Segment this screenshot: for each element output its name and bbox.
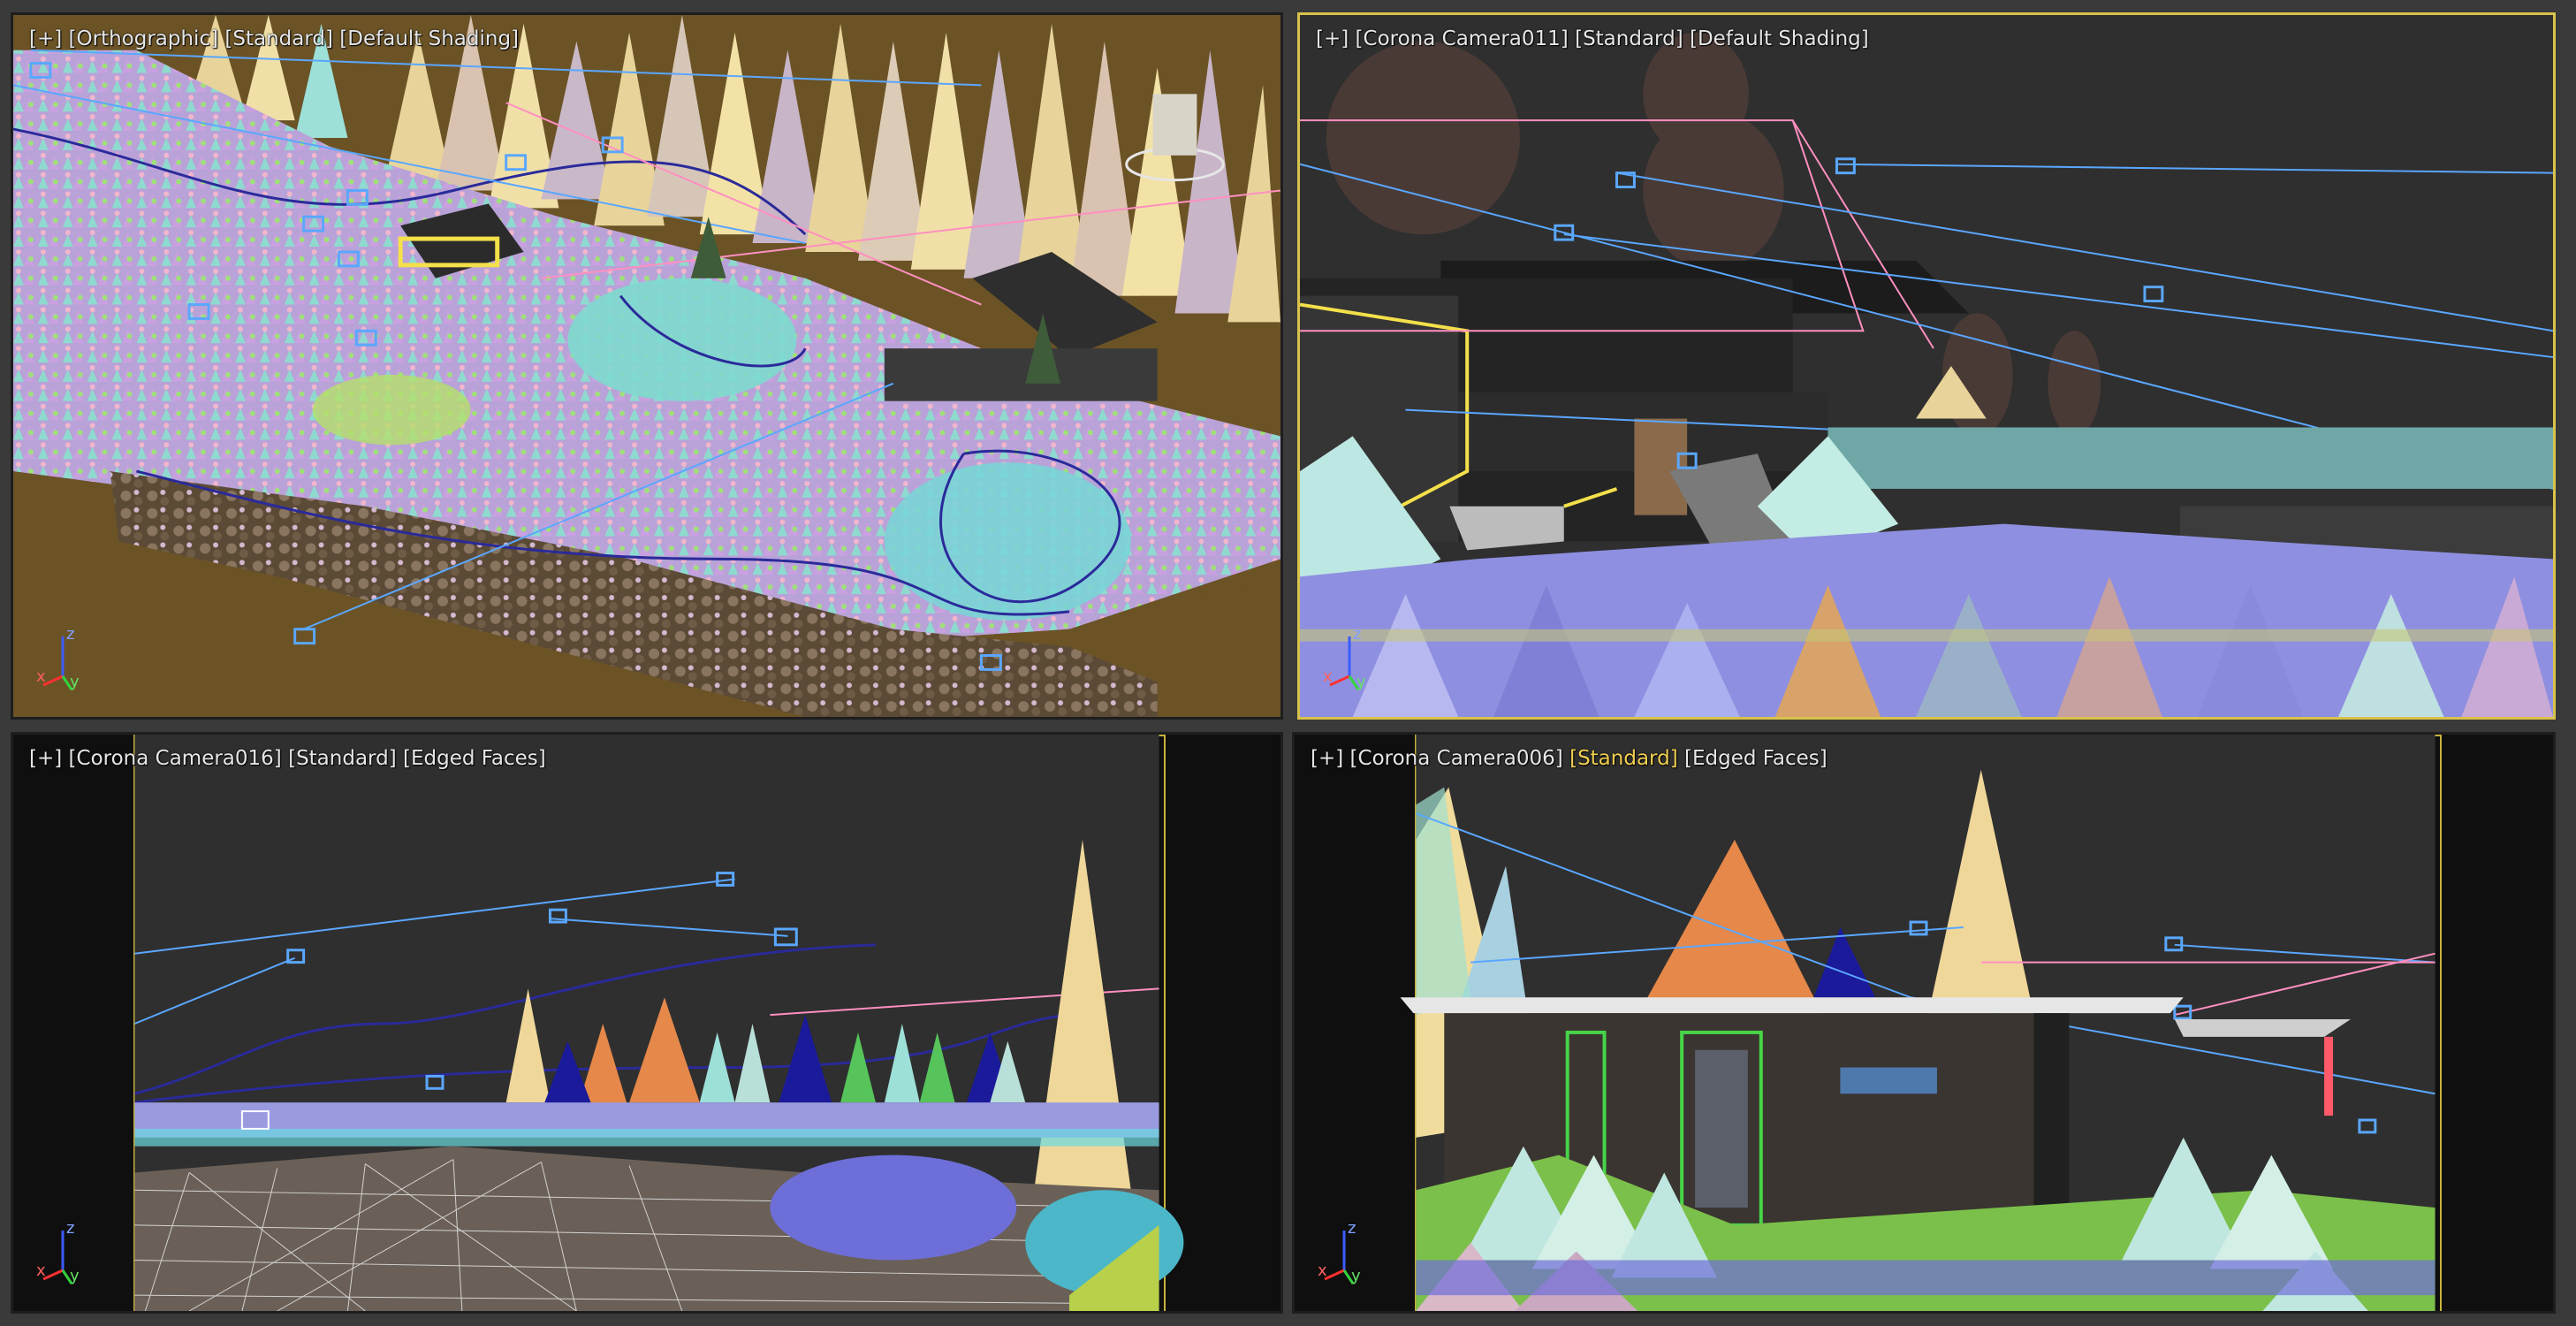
camera011-scene [1300,15,2553,717]
axis-gizmo: z x y [36,625,80,691]
viewport-view-selector[interactable]: [Corona Camera016] [69,747,282,770]
axis-y-label: y [1356,673,1366,691]
axis-y-label: y [1351,1267,1361,1285]
axis-z-label: z [1353,625,1361,644]
viewport-orthographic[interactable]: [+] [Orthographic] [Standard] [Default S… [11,12,1283,720]
viewport-mode-selector[interactable]: [Standard] [1569,747,1678,770]
viewport-menu-plus[interactable]: [+] [1311,747,1343,770]
camera016-scene [134,735,1184,1311]
viewport-menu-plus[interactable]: [+] [29,747,62,770]
viewport-view-selector[interactable]: [Corona Camera011] [1356,27,1569,50]
axis-z-label: z [66,1219,74,1238]
axis-gizmo: z x y [1318,1219,1361,1285]
viewport-shading-selector[interactable]: [Edged Faces] [403,747,546,770]
viewport-menu-plus[interactable]: [+] [1316,27,1349,50]
viewport-label: [+] [Corona Camera016] [Standard] [Edged… [29,747,546,770]
axis-z-label: z [66,625,74,644]
viewport-shading-selector[interactable]: [Default Shading] [339,27,519,50]
axis-y-label: y [70,673,80,691]
axis-x-label: x [36,1261,46,1280]
viewport-menu-plus[interactable]: [+] [29,27,62,50]
axis-x-label: x [1323,667,1333,686]
camera006-scene [1400,735,2435,1311]
viewport-view-selector[interactable]: [Corona Camera006] [1350,747,1563,770]
orthographic-scene [13,15,1280,717]
viewport-camera016[interactable]: [+] [Corona Camera016] [Standard] [Edged… [11,732,1283,1314]
axis-x-label: x [1318,1261,1327,1280]
axis-y-label: y [70,1267,80,1285]
viewport-shading-selector[interactable]: [Default Shading] [1690,27,1869,50]
viewport-label: [+] [Orthographic] [Standard] [Default S… [29,27,519,50]
axis-gizmo: z x y [1323,625,1366,691]
viewport-camera006[interactable]: [+] [Corona Camera006] [Standard] [Edged… [1292,732,2556,1314]
axis-gizmo: z x y [36,1219,80,1285]
viewport-shading-selector[interactable]: [Edged Faces] [1684,747,1828,770]
axis-x-label: x [36,667,46,686]
viewport-mode-selector[interactable]: [Standard] [224,27,333,50]
axis-z-label: z [1348,1219,1356,1238]
viewport-mode-selector[interactable]: [Standard] [288,747,397,770]
viewport-label: [+] [Corona Camera006] [Standard] [Edged… [1311,747,1828,770]
viewport-view-selector[interactable]: [Orthographic] [69,27,219,50]
viewport-mode-selector[interactable]: [Standard] [1575,27,1683,50]
viewport-camera011[interactable]: [+] [Corona Camera011] [Standard] [Defau… [1297,12,2556,720]
viewport-label: [+] [Corona Camera011] [Standard] [Defau… [1316,27,1869,50]
